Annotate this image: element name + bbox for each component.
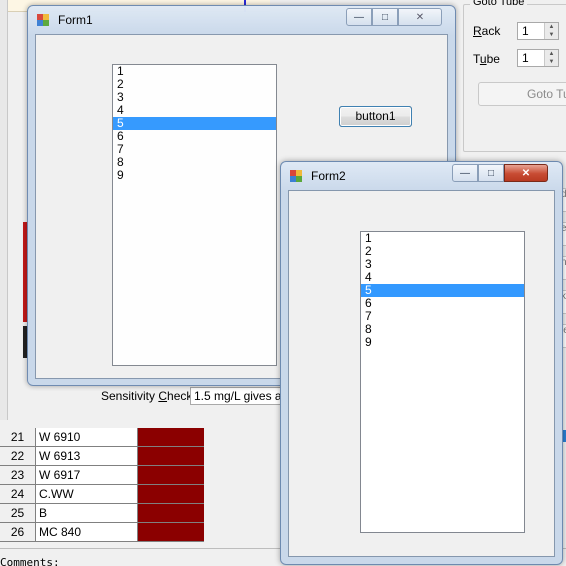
- minimize-button[interactable]: —: [452, 164, 478, 182]
- form2-title: Form2: [311, 169, 346, 183]
- row-color-swatch[interactable]: [138, 504, 204, 523]
- close-icon: ✕: [415, 11, 425, 23]
- form2-titlebar[interactable]: Form2 — □ ✕: [281, 162, 562, 190]
- list-item[interactable]: 9: [361, 336, 524, 349]
- list-item[interactable]: 1: [113, 65, 276, 78]
- row-name[interactable]: W 6917: [36, 466, 138, 485]
- row-name[interactable]: B: [36, 504, 138, 523]
- row-number: 25: [0, 504, 36, 523]
- list-item[interactable]: 9: [113, 169, 276, 182]
- rack-spin-buttons[interactable]: ▲ ▼: [544, 23, 558, 39]
- maximize-icon: □: [381, 11, 389, 23]
- list-item[interactable]: 7: [113, 143, 276, 156]
- row-number: 23: [0, 466, 36, 485]
- list-item[interactable]: 4: [361, 271, 524, 284]
- list-item[interactable]: 5: [361, 284, 524, 297]
- row-number: 24: [0, 485, 36, 504]
- tube-label: Tube: [473, 52, 500, 66]
- maximize-button[interactable]: □: [372, 8, 398, 26]
- maximize-icon: □: [487, 167, 495, 179]
- rack-spinner[interactable]: 1 ▲ ▼: [517, 22, 559, 40]
- form1-titlebar[interactable]: Form1 — □ ✕: [28, 6, 455, 34]
- row-color-swatch[interactable]: [138, 485, 204, 504]
- list-item[interactable]: 6: [361, 297, 524, 310]
- rack-label: Rack: [473, 24, 501, 38]
- minimize-icon: —: [460, 167, 470, 179]
- goto-tube-button[interactable]: Goto Tu: [478, 82, 566, 106]
- close-icon: ✕: [521, 167, 531, 179]
- list-item[interactable]: 1: [361, 232, 524, 245]
- form2-window[interactable]: Form2 — □ ✕ 123456789: [280, 161, 563, 565]
- application-icon: [290, 170, 302, 182]
- list-item[interactable]: 8: [113, 156, 276, 169]
- table-row[interactable]: 24 C.WW: [0, 485, 280, 504]
- table-row[interactable]: 23 W 6917: [0, 466, 280, 485]
- row-color-swatch[interactable]: [138, 428, 204, 447]
- application-icon: [37, 14, 49, 26]
- tube-value: 1: [522, 51, 529, 65]
- form1-caption-buttons: — □ ✕: [346, 8, 442, 26]
- form2-caption-buttons: — □ ✕: [452, 164, 548, 182]
- row-color-swatch[interactable]: [138, 447, 204, 466]
- list-item[interactable]: 6: [113, 130, 276, 143]
- maximize-button[interactable]: □: [478, 164, 504, 182]
- row-color-swatch[interactable]: [138, 523, 204, 542]
- list-item[interactable]: 2: [361, 245, 524, 258]
- list-item[interactable]: 4: [113, 104, 276, 117]
- list-item[interactable]: 8: [361, 323, 524, 336]
- form1-listbox[interactable]: 123456789: [112, 64, 277, 366]
- button1[interactable]: button1: [339, 106, 412, 127]
- form2-listbox[interactable]: 123456789: [360, 231, 525, 533]
- row-color-swatch[interactable]: [138, 466, 204, 485]
- row-name[interactable]: C.WW: [36, 485, 138, 504]
- goto-tube-legend: Goto Tube: [470, 0, 528, 8]
- table-row[interactable]: 21 W 6910: [0, 428, 280, 447]
- close-button[interactable]: ✕: [398, 8, 442, 26]
- tube-spinner[interactable]: 1 ▲ ▼: [517, 49, 559, 67]
- list-item[interactable]: 5: [113, 117, 276, 130]
- sensitivity-check-input[interactable]: 1.5 mg/L gives ab: [190, 387, 286, 405]
- sensitivity-check-label: Sensitivity Check: [101, 389, 193, 403]
- list-item[interactable]: 2: [113, 78, 276, 91]
- list-item[interactable]: 3: [361, 258, 524, 271]
- minimize-icon: —: [354, 11, 364, 23]
- comments-label: Comments:: [0, 556, 60, 566]
- row-number: 22: [0, 447, 36, 466]
- list-item[interactable]: 3: [113, 91, 276, 104]
- close-button[interactable]: ✕: [504, 164, 548, 182]
- list-item[interactable]: 7: [361, 310, 524, 323]
- table-row[interactable]: 22 W 6913: [0, 447, 280, 466]
- minimize-button[interactable]: —: [346, 8, 372, 26]
- background-left-panel: [0, 0, 8, 420]
- row-number: 26: [0, 523, 36, 542]
- table-row[interactable]: 26 MC 840: [0, 523, 280, 542]
- form2-client-area: 123456789: [288, 190, 555, 557]
- table-row[interactable]: 25 B: [0, 504, 280, 523]
- row-name[interactable]: MC 840: [36, 523, 138, 542]
- form1-title: Form1: [58, 13, 93, 27]
- tube-spin-buttons[interactable]: ▲ ▼: [544, 50, 558, 66]
- row-number: 21: [0, 428, 36, 447]
- row-name[interactable]: W 6913: [36, 447, 138, 466]
- rack-value: 1: [522, 24, 529, 38]
- row-name[interactable]: W 6910: [36, 428, 138, 447]
